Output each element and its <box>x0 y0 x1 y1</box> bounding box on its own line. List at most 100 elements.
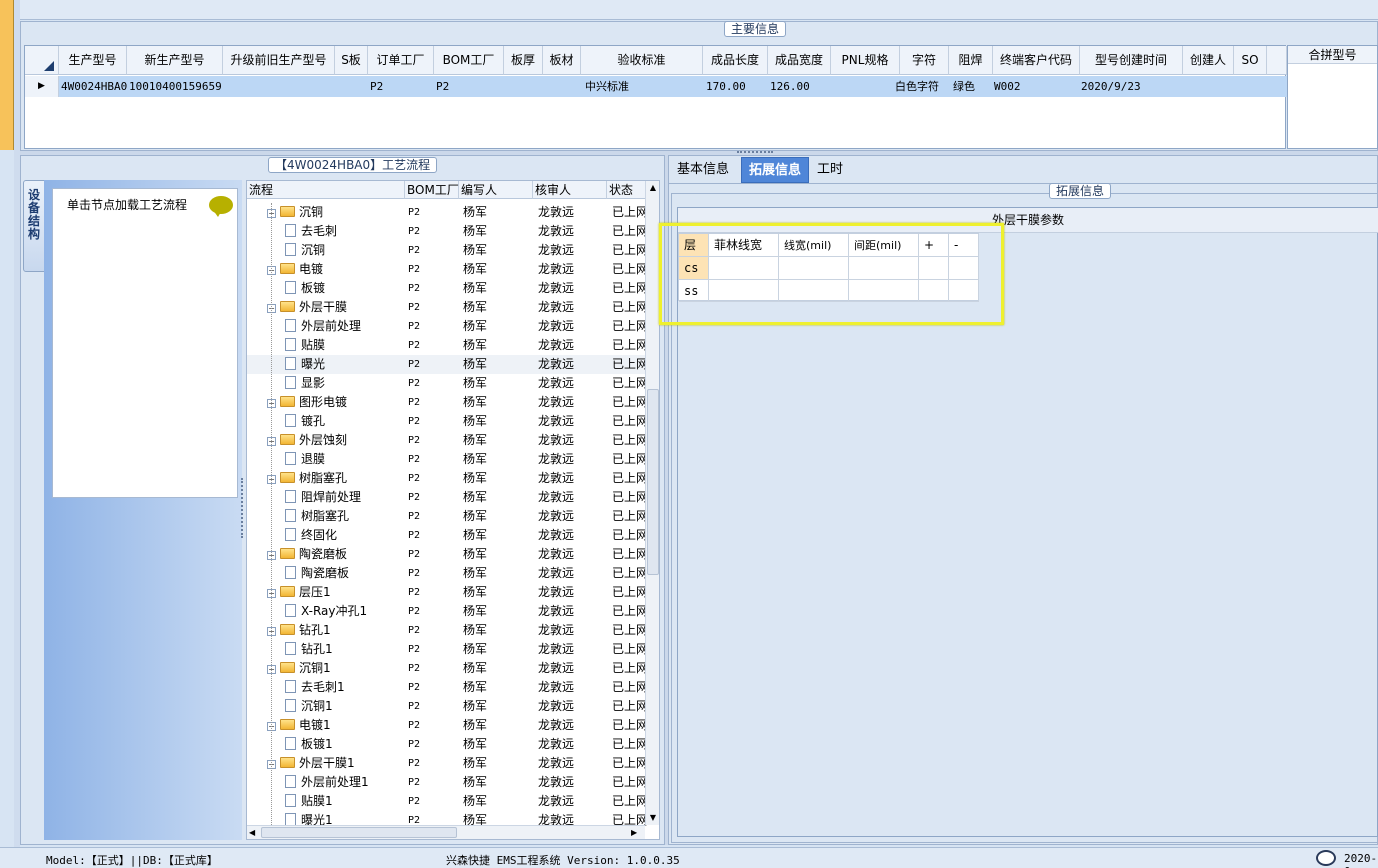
tree-node[interactable]: − 层压1 <box>267 583 405 602</box>
col-creator[interactable]: 创建人 <box>1183 46 1234 75</box>
tree-cell-bom[interactable]: P2 <box>408 507 458 526</box>
tree-cell-bom[interactable]: P2 <box>408 773 458 792</box>
tree-cell-reviewer[interactable]: 龙敦远 <box>538 469 606 488</box>
tree-cell-writer[interactable]: 杨军 <box>463 792 533 811</box>
tree-cell-writer[interactable]: 杨军 <box>463 374 533 393</box>
tree-cell-reviewer[interactable]: 龙敦远 <box>538 583 606 602</box>
tree-node[interactable]: 贴膜1 <box>285 792 405 811</box>
tree-cell-reviewer[interactable]: 龙敦远 <box>538 374 606 393</box>
col-solder-mask[interactable]: 阻焊 <box>949 46 993 75</box>
tree-cell-writer[interactable]: 杨军 <box>463 488 533 507</box>
tree-folder-row[interactable]: − 外层干膜1 P2 杨军 龙敦远 已上网 <box>247 754 648 773</box>
tree-node[interactable]: − 钻孔1 <box>267 621 405 640</box>
tree-cell-bom[interactable]: P2 <box>408 735 458 754</box>
tree-cell-writer[interactable]: 杨军 <box>463 716 533 735</box>
tree-cell-bom[interactable]: P2 <box>408 716 458 735</box>
tree-leaf-row[interactable]: 退膜 P2 杨军 龙敦远 已上网 <box>247 450 648 469</box>
tree-node[interactable]: − 图形电镀 <box>267 393 405 412</box>
tree-cell-writer[interactable]: 杨军 <box>463 393 533 412</box>
tree-cell-reviewer[interactable]: 龙敦远 <box>538 773 606 792</box>
col-customer-code[interactable]: 终端客户代码 <box>993 46 1080 75</box>
tree-col-bom[interactable]: BOM工厂 <box>405 181 459 199</box>
col-accept-std[interactable]: 验收标准 <box>581 46 703 75</box>
tree-folder-row[interactable]: − 外层蚀刻 P2 杨军 龙敦远 已上网 <box>247 431 648 450</box>
tree-cell-bom[interactable]: P2 <box>408 412 458 431</box>
tree-cell-reviewer[interactable]: 龙敦远 <box>538 640 606 659</box>
tree-cell-writer[interactable]: 杨军 <box>463 754 533 773</box>
tree-cell-reviewer[interactable]: 龙敦远 <box>538 355 606 374</box>
tree-cell-bom[interactable]: P2 <box>408 545 458 564</box>
tree-leaf-row[interactable]: 去毛刺1 P2 杨军 龙敦远 已上网 <box>247 678 648 697</box>
scroll-down-icon[interactable]: ▼ <box>647 812 659 824</box>
tree-folder-row[interactable]: − 钻孔1 P2 杨军 龙敦远 已上网 <box>247 621 648 640</box>
tree-cell-reviewer[interactable]: 龙敦远 <box>538 241 606 260</box>
col-material[interactable]: 板材 <box>543 46 581 75</box>
tree-cell-bom[interactable]: P2 <box>408 469 458 488</box>
tree-cell-bom[interactable]: P2 <box>408 602 458 621</box>
tree-node[interactable]: − 外层蚀刻 <box>267 431 405 450</box>
cell-accept-std[interactable]: 中兴标准 <box>585 76 700 97</box>
tree-leaf-row[interactable]: 板镀1 P2 杨军 龙敦远 已上网 <box>247 735 648 754</box>
tree-node[interactable]: 树脂塞孔 <box>285 507 405 526</box>
col-prod-model[interactable]: 生产型号 <box>59 46 127 75</box>
tree-cell-bom[interactable]: P2 <box>408 621 458 640</box>
col-bom-factory[interactable]: BOM工厂 <box>434 46 504 75</box>
tree-cell-bom[interactable]: P2 <box>408 526 458 545</box>
tree-cell-writer[interactable]: 杨军 <box>463 260 533 279</box>
tree-node[interactable]: 板镀 <box>285 279 405 298</box>
tree-cell-reviewer[interactable]: 龙敦远 <box>538 792 606 811</box>
tree-node[interactable]: − 电镀1 <box>267 716 405 735</box>
tree-node[interactable]: 曝光 <box>285 355 405 374</box>
tree-node[interactable]: 镀孔 <box>285 412 405 431</box>
tree-cell-reviewer[interactable]: 龙敦远 <box>538 545 606 564</box>
tree-folder-row[interactable]: − 陶瓷磨板 P2 杨军 龙敦远 已上网 <box>247 545 648 564</box>
tree-cell-writer[interactable]: 杨军 <box>463 298 533 317</box>
cell-char[interactable]: 白色字符 <box>895 76 949 97</box>
tree-cell-bom[interactable]: P2 <box>408 222 458 241</box>
tree-cell-writer[interactable]: 杨军 <box>463 545 533 564</box>
tree-cell-writer[interactable]: 杨军 <box>463 336 533 355</box>
cell-width[interactable]: 126.00 <box>770 76 830 97</box>
scroll-right-icon[interactable]: ▶ <box>631 826 641 839</box>
tree-col-reviewer[interactable]: 核审人 <box>533 181 607 199</box>
tree-node[interactable]: 钻孔1 <box>285 640 405 659</box>
tree-vertical-scrollbar[interactable]: ▲ ▼ <box>645 181 659 825</box>
cell-length[interactable]: 170.00 <box>706 76 766 97</box>
tree-col-status[interactable]: 状态 <box>607 181 647 199</box>
hscroll-thumb[interactable] <box>261 827 457 838</box>
tree-node[interactable]: − 沉铜1 <box>267 659 405 678</box>
col-old-model[interactable]: 升级前旧生产型号 <box>223 46 335 75</box>
tree-folder-row[interactable]: − 树脂塞孔 P2 杨军 龙敦远 已上网 <box>247 469 648 488</box>
tree-cell-reviewer[interactable]: 龙敦远 <box>538 317 606 336</box>
tree-cell-reviewer[interactable]: 龙敦远 <box>538 526 606 545</box>
tree-cell-writer[interactable]: 杨军 <box>463 678 533 697</box>
tree-cell-writer[interactable]: 杨军 <box>463 659 533 678</box>
tree-cell-writer[interactable]: 杨军 <box>463 773 533 792</box>
tree-node[interactable]: 显影 <box>285 374 405 393</box>
cell-customer-code[interactable]: W002 <box>994 76 1074 97</box>
tree-leaf-row[interactable]: 沉铜 P2 杨军 龙敦远 已上网 <box>247 241 648 260</box>
tree-leaf-row[interactable]: 显影 P2 杨军 龙敦远 已上网 <box>247 374 648 393</box>
tree-cell-bom[interactable]: P2 <box>408 792 458 811</box>
col-so[interactable]: SO <box>1234 46 1267 75</box>
col-length[interactable]: 成品长度 <box>703 46 768 75</box>
tree-cell-reviewer[interactable]: 龙敦远 <box>538 716 606 735</box>
tree-cell-writer[interactable]: 杨军 <box>463 203 533 222</box>
tree-cell-bom[interactable]: P2 <box>408 279 458 298</box>
tree-node[interactable]: 去毛刺 <box>285 222 405 241</box>
tree-leaf-row[interactable]: 贴膜 P2 杨军 龙敦远 已上网 <box>247 336 648 355</box>
tree-cell-bom[interactable]: P2 <box>408 640 458 659</box>
tree-cell-bom[interactable]: P2 <box>408 298 458 317</box>
cell-create-time[interactable]: 2020/9/23 <box>1081 76 1181 97</box>
tree-cell-writer[interactable]: 杨军 <box>463 412 533 431</box>
scroll-left-icon[interactable]: ◀ <box>249 826 259 839</box>
tree-cell-reviewer[interactable]: 龙敦远 <box>538 393 606 412</box>
tree-cell-writer[interactable]: 杨军 <box>463 279 533 298</box>
tree-leaf-row[interactable]: 曝光 P2 杨军 龙敦远 已上网 <box>247 355 648 374</box>
tree-leaf-row[interactable]: 树脂塞孔 P2 杨军 龙敦远 已上网 <box>247 507 648 526</box>
tree-leaf-row[interactable]: 板镀 P2 杨军 龙敦远 已上网 <box>247 279 648 298</box>
tree-node[interactable]: 陶瓷磨板 <box>285 564 405 583</box>
col-create-time[interactable]: 型号创建时间 <box>1080 46 1183 75</box>
tree-node[interactable]: 外层前处理1 <box>285 773 405 792</box>
tree-cell-reviewer[interactable]: 龙敦远 <box>538 488 606 507</box>
